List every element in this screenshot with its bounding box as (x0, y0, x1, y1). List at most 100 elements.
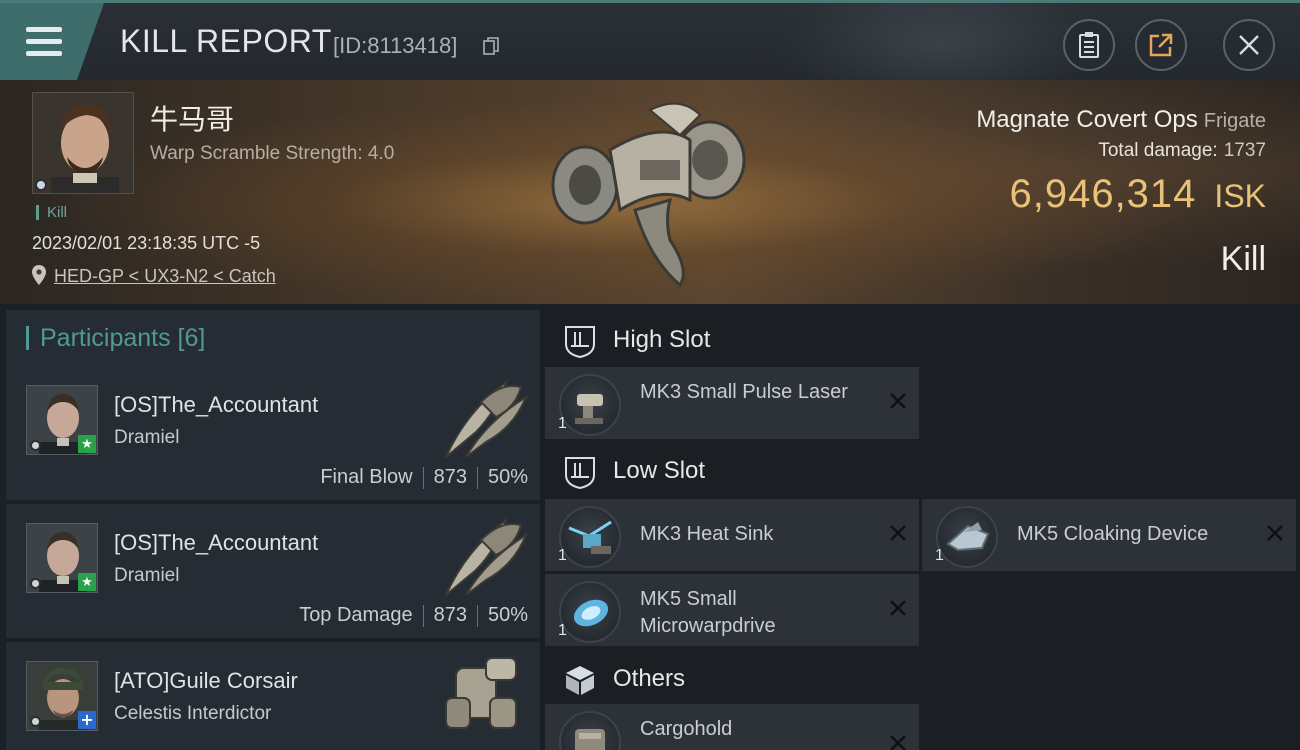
plus-badge-icon: + (78, 711, 96, 729)
module-quantity: 1 (558, 547, 567, 564)
warp-scramble-strength: Warp Scramble Strength: 4.0 (150, 143, 395, 164)
star-badge-icon: ★ (78, 573, 96, 591)
participant-ship-image (445, 657, 517, 729)
participants-title: Participants [6] (40, 324, 206, 352)
module-name: Cargohold (640, 718, 733, 740)
header-accent-bar (26, 326, 29, 350)
total-damage: Total damage: 1737 (1098, 140, 1266, 162)
high-slot-label: High Slot (613, 326, 711, 353)
module-item[interactable]: 1 MK5 Cloaking Device (922, 499, 1296, 571)
location-pin-icon (32, 265, 46, 285)
damage-value: 873 (433, 604, 467, 626)
participants-header: Participants [6] (6, 310, 540, 368)
heat-sink-icon (559, 506, 621, 568)
kill-result-label: Kill (1220, 240, 1266, 278)
menu-icon (26, 27, 62, 56)
isk-unit: ISK (1214, 178, 1266, 214)
participant-ship-image (445, 517, 529, 596)
module-quantity: 1 (935, 547, 944, 564)
victim-avatar[interactable] (32, 92, 134, 194)
divider (422, 466, 424, 489)
module-name: MK5 Small Microwarpdrive (640, 588, 776, 637)
participant-row[interactable]: + [ATO]Guile Corsair Celestis Interdicto… (6, 642, 540, 750)
module-name: MK3 Small Pulse Laser (640, 381, 848, 403)
participant-avatar[interactable]: ★ (26, 523, 98, 593)
participant-name: [OS]The_Accountant (114, 530, 319, 555)
corp-indicator (30, 716, 41, 727)
victim-portrait-image (33, 93, 133, 193)
participant-avatar[interactable]: + (26, 661, 98, 731)
cube-icon (566, 666, 594, 695)
microwarpdrive-icon (559, 581, 621, 643)
divider (476, 604, 478, 627)
menu-button[interactable] (0, 3, 104, 80)
participant-ship-image (445, 379, 529, 458)
isk-value: 6,946,314 (1009, 172, 1197, 216)
remove-x-icon[interactable] (887, 732, 909, 750)
damage-percent: 50% (487, 604, 528, 626)
corp-indicator (35, 179, 47, 191)
total-damage-label: Total damage: (1098, 140, 1218, 161)
participant-ship: Dramiel (114, 427, 180, 448)
cloaking-device-icon (936, 506, 998, 568)
remove-x-icon[interactable] (887, 522, 909, 544)
copy-icon[interactable] (483, 37, 499, 55)
high-slot-header: High Slot (545, 310, 925, 368)
divider (476, 466, 478, 489)
pulse-laser-icon (559, 374, 621, 436)
low-slot-label: Low Slot (613, 457, 706, 484)
participant-row[interactable]: ★ [OS]The_Accountant Dramiel Final Blow … (6, 366, 540, 500)
stat-label: Final Blow (320, 466, 413, 488)
remove-x-icon[interactable] (1264, 522, 1286, 544)
others-label: Others (613, 665, 686, 692)
module-item[interactable]: Cargohold (545, 704, 919, 750)
corp-indicator (30, 440, 41, 451)
participants-panel: Participants [6] ★ [OS]The_Accountant Dr… (0, 304, 540, 750)
report-id: [ID:8113418] (333, 33, 458, 58)
module-name: MK5 Cloaking Device (1017, 523, 1209, 545)
location-link[interactable]: HED-GP < UX3-N2 < Catch (54, 266, 276, 287)
clipboard-button[interactable] (1063, 19, 1115, 71)
participant-row[interactable]: ★ [OS]The_Accountant Dramiel Top Damage … (6, 504, 540, 638)
total-damage-value: 1737 (1223, 140, 1266, 161)
top-bar: KILL REPORT [ID:8113418] (0, 0, 1300, 123)
share-icon (1149, 33, 1173, 57)
module-name: MK3 Heat Sink (640, 523, 774, 545)
participant-name: [OS]The_Accountant (114, 392, 319, 417)
high-slot-icon (565, 326, 595, 358)
close-icon (1239, 35, 1259, 55)
remove-x-icon[interactable] (887, 390, 909, 412)
ship-name: Magnate Covert Ops (976, 106, 1198, 133)
module-item[interactable]: 1 MK3 Small Pulse Laser (545, 367, 919, 439)
participant-name: [ATO]Guile Corsair (114, 668, 298, 693)
module-item[interactable]: 1 MK3 Heat Sink (545, 499, 919, 571)
damage-value: 873 (433, 466, 467, 488)
remove-x-icon[interactable] (887, 597, 909, 619)
module-quantity: 1 (558, 415, 567, 432)
close-button[interactable] (1223, 19, 1275, 71)
clipboard-icon (1079, 32, 1099, 58)
victim-name: 牛马哥 (150, 103, 235, 136)
others-header: Others (545, 649, 925, 707)
victim-ship-image (551, 102, 746, 288)
corp-indicator (30, 578, 41, 589)
star-badge-icon: ★ (78, 435, 96, 453)
kill-tag: Kill (36, 205, 67, 220)
ship-class: Frigate (1203, 110, 1266, 132)
participant-stats: Top Damage 873 50% (299, 604, 528, 627)
isk-value-row: 6,946,314 ISK (1009, 172, 1266, 217)
module-item[interactable]: 1 MK5 Small Microwarpdrive (545, 574, 919, 646)
low-slot-header: Low Slot (545, 441, 925, 499)
low-slot-icon (565, 457, 595, 489)
victim-banner: 牛马哥 Warp Scramble Strength: 4.0 Kill 202… (0, 80, 1300, 304)
page-title: KILL REPORT (120, 23, 332, 59)
participant-ship: Celestis Interdictor (114, 703, 272, 724)
participant-avatar[interactable]: ★ (26, 385, 98, 455)
module-quantity: 1 (558, 622, 567, 639)
participant-stats: Final Blow 873 50% (320, 466, 528, 489)
cargohold-icon (559, 711, 621, 750)
damage-percent: 50% (487, 466, 528, 488)
participant-ship: Dramiel (114, 565, 180, 586)
stat-label: Top Damage (299, 604, 413, 626)
share-button[interactable] (1135, 19, 1187, 71)
